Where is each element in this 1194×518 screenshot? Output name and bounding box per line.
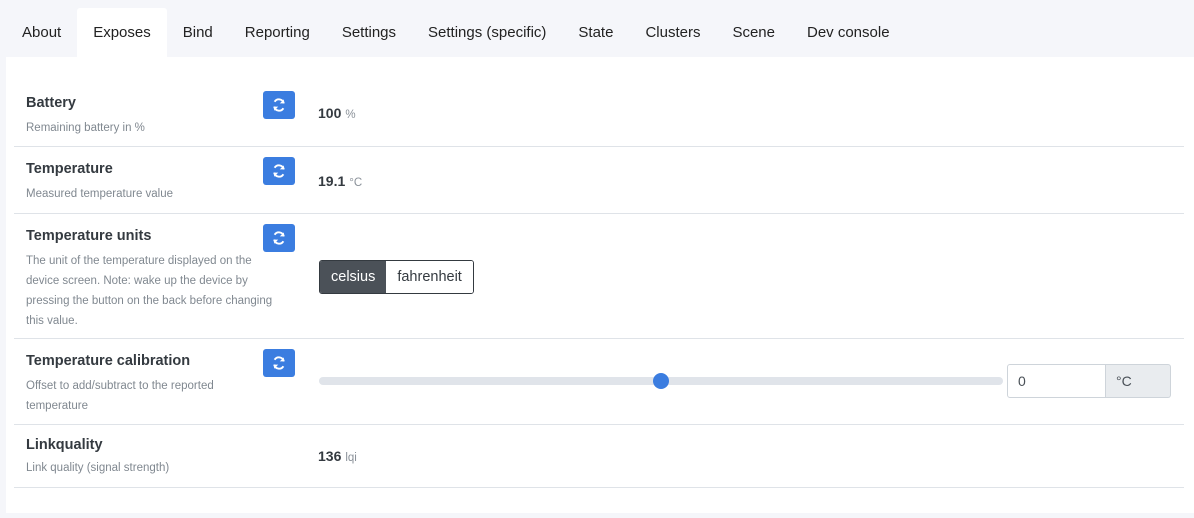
expose-value: 136 lqi bbox=[318, 448, 357, 464]
tab-reporting[interactable]: Reporting bbox=[229, 8, 326, 57]
refresh-button[interactable] bbox=[263, 349, 295, 377]
value-unit: °C bbox=[349, 177, 363, 189]
tab-about[interactable]: About bbox=[6, 8, 77, 57]
slider-thumb[interactable] bbox=[653, 373, 669, 389]
value-number: 100 bbox=[318, 105, 342, 121]
calibration-input[interactable] bbox=[1007, 364, 1106, 398]
tab-settings[interactable]: Settings bbox=[326, 8, 412, 57]
sync-icon bbox=[273, 164, 285, 178]
tab-dev-console[interactable]: Dev console bbox=[791, 8, 906, 57]
expose-name: Battery bbox=[26, 95, 76, 111]
expose-name: Temperature bbox=[26, 161, 113, 177]
refresh-button[interactable] bbox=[263, 224, 295, 252]
expose-name: Temperature units bbox=[26, 228, 152, 244]
expose-row-temperature-calibration: Temperature calibration Offset to add/su… bbox=[14, 339, 1184, 425]
exposes-panel: Battery Remaining battery in % 100% Temp… bbox=[6, 57, 1194, 513]
tab-scene[interactable]: Scene bbox=[716, 8, 791, 57]
value-number: 19.1 bbox=[318, 173, 346, 189]
tab-clusters[interactable]: Clusters bbox=[629, 8, 716, 57]
expose-description: The unit of the temperature displayed on… bbox=[26, 255, 273, 327]
expose-row-temperature: Temperature Measured temperature value 1… bbox=[14, 147, 1184, 214]
tab-bind[interactable]: Bind bbox=[167, 8, 229, 57]
expose-row-linkquality: Linkquality Link quality (signal strengt… bbox=[14, 425, 1184, 488]
expose-description: Remaining battery in % bbox=[26, 122, 145, 134]
expose-description: Offset to add/subtract to the reported t… bbox=[26, 380, 214, 412]
sync-icon bbox=[273, 98, 285, 112]
tab-settings-specific[interactable]: Settings (specific) bbox=[412, 8, 562, 57]
refresh-button[interactable] bbox=[263, 157, 295, 185]
tab-state[interactable]: State bbox=[562, 8, 629, 57]
value-number: 136 bbox=[318, 448, 342, 464]
calibration-unit: °C bbox=[1106, 364, 1171, 398]
tab-exposes[interactable]: Exposes bbox=[77, 8, 167, 57]
unit-selector: celsius fahrenheit bbox=[319, 260, 474, 294]
expose-description: Link quality (signal strength) bbox=[26, 462, 170, 474]
value-unit: % bbox=[345, 109, 356, 121]
expose-row-temperature-units: Temperature units The unit of the temper… bbox=[14, 214, 1184, 339]
sync-icon bbox=[273, 231, 285, 245]
expose-name: Temperature calibration bbox=[26, 353, 191, 369]
option-celsius[interactable]: celsius bbox=[320, 261, 387, 293]
value-unit: lqi bbox=[345, 452, 357, 464]
refresh-button[interactable] bbox=[263, 91, 295, 119]
sync-icon bbox=[273, 356, 285, 370]
option-fahrenheit[interactable]: fahrenheit bbox=[386, 261, 473, 293]
calibration-slider[interactable] bbox=[319, 373, 1003, 389]
expose-name: Linkquality bbox=[26, 437, 103, 453]
expose-value: 19.1 °C bbox=[318, 173, 362, 189]
expose-row-battery: Battery Remaining battery in % 100% bbox=[14, 81, 1184, 147]
tab-bar: About Exposes Bind Reporting Settings Se… bbox=[6, 8, 906, 57]
expose-description: Measured temperature value bbox=[26, 188, 174, 200]
expose-value: 100% bbox=[318, 105, 356, 121]
